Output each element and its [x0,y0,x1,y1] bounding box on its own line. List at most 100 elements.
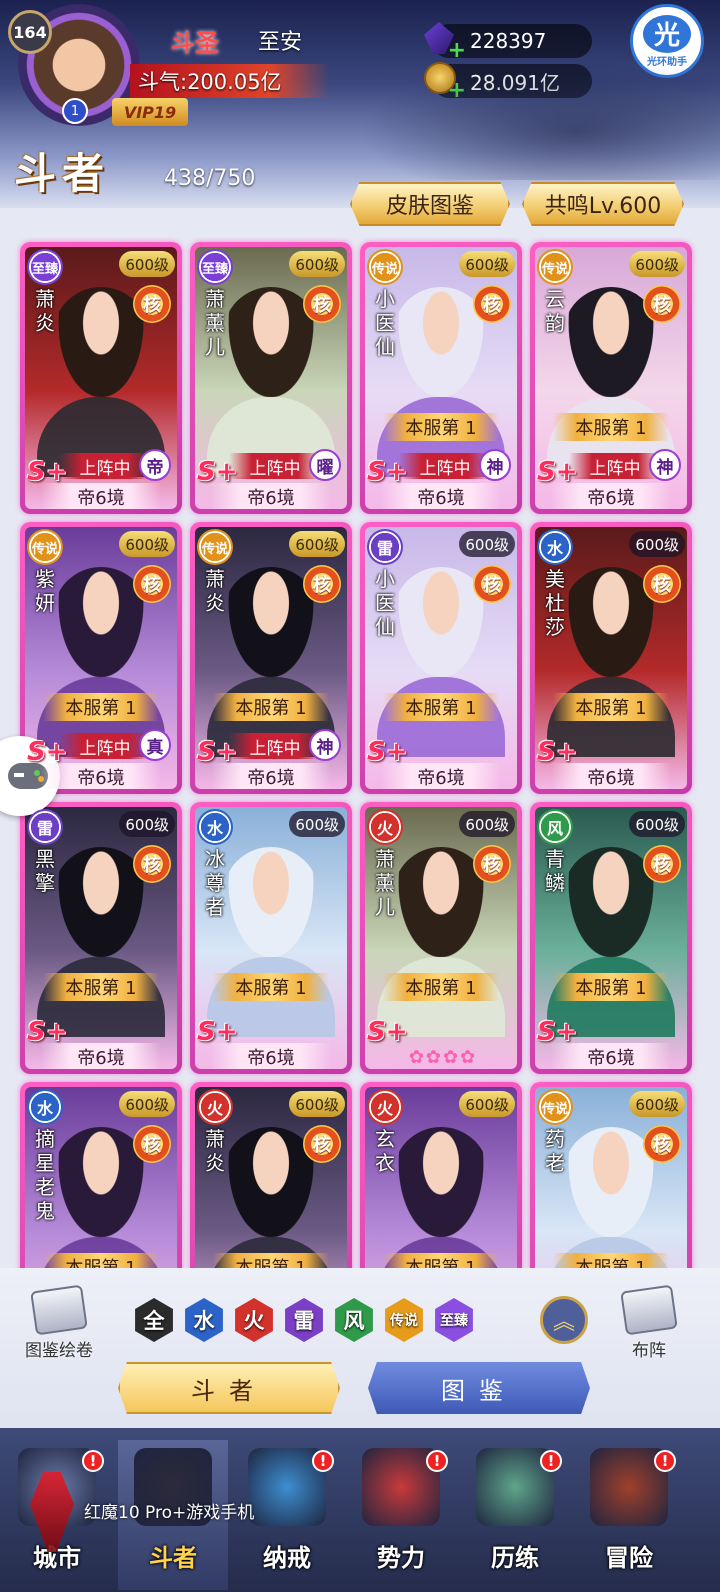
rarity-tag: 传说 [367,249,403,285]
tab-fighters[interactable]: 斗者 [118,1362,340,1414]
element-filter-6[interactable]: 至臻 [435,1298,473,1342]
resonance-button[interactable]: 共鸣Lv.600 [522,182,684,226]
fighter-card[interactable]: 至臻 600级 核 萧薰儿 S+ 上阵中 曜 帝6境 [190,242,352,514]
fighter-level: 600级 [629,531,685,557]
rarity-tag: 至臻 [197,249,233,285]
card-frame: 至臻 600级 核 萧薰儿 S+ 上阵中 曜 帝6境 [195,247,347,509]
fighter-card[interactable]: 火 600级 核 萧炎 本服第 1 [190,1082,352,1268]
deployed-ribbon: 上阵中 [59,453,151,479]
flag-icon [620,1284,678,1336]
expand-button[interactable]: ︽ [540,1296,588,1344]
fighter-card[interactable]: 水 600级 核 美杜莎 本服第 1 S+ 帝6境 [530,522,692,794]
card-frame: 水 600级 冰尊者 本服第 1 S+ 帝6境 [195,807,347,1069]
fighter-card[interactable]: 传说 600级 核 小医仙 本服第 1 S+ 上阵中 神 帝6境 [360,242,522,514]
fighter-name: 小医仙 [375,567,395,639]
server-rank-ribbon: 本服第 1 [43,1253,159,1268]
deployed-ribbon: 上阵中 [229,733,321,759]
rarity-tag: 雷 [367,529,403,565]
rarity-tag: 风 [537,809,573,845]
fighter-name: 青鳞 [545,847,565,895]
element-filter-3[interactable]: 雷 [285,1298,323,1342]
fighter-card[interactable]: 雷 600级 核 小医仙 本服第 1 S+ 帝6境 [360,522,522,794]
grade-badge: S+ [27,457,68,487]
grade-badge: S+ [197,457,238,487]
fighter-name: 紫妍 [35,567,55,615]
fighter-level: 600级 [289,1091,345,1117]
gem-icon: + [424,22,466,62]
server-rank-ribbon: 本服第 1 [383,973,499,1001]
core-badge: 核 [303,285,341,323]
device-watermark: 红魔10 Pro+游戏手机 [84,1503,255,1523]
element-filter-0[interactable]: 全 [135,1298,173,1342]
card-frame: 传说 600级 核 药老 本服第 1 [535,1087,687,1268]
rank-badge: 1 [62,98,88,124]
fighter-count: 438/750 [164,166,256,191]
fighter-name: 黑擎 [35,847,55,895]
formation-button[interactable]: 布阵 [604,1284,694,1368]
rarity-tag: 传说 [537,1089,573,1125]
grade-badge: S+ [367,457,408,487]
notification-badge: ! [82,1450,104,1472]
rarity-tag: 水 [537,529,573,565]
nav-item-3[interactable]: 势力 ! [346,1440,456,1590]
nav-label: 纳戒 [263,1544,311,1572]
power-value: 斗气:200.05亿 [130,64,330,98]
card-frame: 雷 600级 核 黑擎 本服第 1 S+ 帝6境 [25,807,177,1069]
element-filter-2[interactable]: 火 [235,1298,273,1342]
fighter-name: 小医仙 [375,287,395,359]
fighter-name: 云韵 [545,287,565,335]
card-frame: 传说 600级 核 萧炎 本服第 1 S+ 上阵中 神 帝6境 [195,527,347,789]
fighter-card[interactable]: 传说 600级 核 萧炎 本服第 1 S+ 上阵中 神 帝6境 [190,522,352,794]
fighter-level: 600级 [459,1091,515,1117]
skin-atlas-button[interactable]: 皮肤图鉴 [350,182,510,226]
fighter-card[interactable]: 风 600级 核 青鳞 本服第 1 S+ 帝6境 [530,802,692,1074]
fighter-card[interactable]: 至臻 600级 核 萧炎 S+ 上阵中 帝 帝6境 [20,242,182,514]
fighter-card[interactable]: 火 600级 核 萧薰儿 本服第 1 S+ ✿✿✿✿ [360,802,522,1074]
tab-atlas[interactable]: 图鉴 [368,1362,590,1414]
core-badge: 核 [133,285,171,323]
gem-amount: 228397 [470,29,547,53]
rarity-tag: 水 [197,809,233,845]
halo-helper-button[interactable]: 光 光环助手 [630,4,704,78]
fighter-card[interactable]: 传说 600级 核 紫妍 本服第 1 S+ 上阵中 真 帝6境 [20,522,182,794]
rarity-tag: 至臻 [27,249,63,285]
fighter-card[interactable]: 传说 600级 核 药老 本服第 1 [530,1082,692,1268]
fighter-card[interactable]: 水 600级 冰尊者 本服第 1 S+ 帝6境 [190,802,352,1074]
card-frame: 传说 600级 核 小医仙 本服第 1 S+ 上阵中 神 帝6境 [365,247,517,509]
coin-resource[interactable]: + 28.091亿 [424,62,592,102]
fighter-card[interactable]: 传说 600级 核 云韵 本服第 1 S+ 上阵中 神 帝6境 [530,242,692,514]
coin-amount: 28.091亿 [470,70,560,95]
element-filter-5[interactable]: 传说 [385,1298,423,1342]
vip-badge[interactable]: VIP19 [112,98,188,126]
core-badge: 核 [133,845,171,883]
formation-label: 布阵 [632,1341,666,1361]
grade-badge: S+ [197,1017,238,1047]
server-rank-ribbon: 本服第 1 [553,693,669,721]
core-badge: 核 [643,565,681,603]
element-filter-1[interactable]: 水 [185,1298,223,1342]
add-icon[interactable]: + [448,80,466,102]
fighter-name: 冰尊者 [205,847,225,919]
element-filter-4[interactable]: 风 [335,1298,373,1342]
nav-item-4[interactable]: 历练 ! [460,1440,570,1590]
core-badge: 核 [133,565,171,603]
fighter-card[interactable]: 水 600级 核 摘星老鬼 本服第 1 [20,1082,182,1268]
scroll-icon [30,1284,88,1336]
god-tier-badge: 曜 [309,449,341,481]
fighter-name: 萧炎 [205,1127,225,1175]
filter-bar: 图鉴绘卷 全水火雷风传说 至臻 ︽ 布阵 斗者 图鉴 [0,1268,720,1428]
add-icon[interactable]: + [448,40,466,62]
card-frame: 水 600级 核 美杜莎 本服第 1 S+ 帝6境 [535,527,687,789]
grade-badge: S+ [367,737,408,767]
rarity-tag: 传说 [537,249,573,285]
fighter-card[interactable]: 火 600级 玄衣 本服第 1 [360,1082,522,1268]
card-frame: 雷 600级 核 小医仙 本服第 1 S+ 帝6境 [365,527,517,789]
card-frame: 传说 600级 核 云韵 本服第 1 S+ 上阵中 神 帝6境 [535,247,687,509]
grade-badge: S+ [537,457,578,487]
fighter-level: 600级 [119,531,175,557]
core-badge: 核 [473,845,511,883]
fighter-card[interactable]: 雷 600级 核 黑擎 本服第 1 S+ 帝6境 [20,802,182,1074]
gem-resource[interactable]: + 228397 [424,22,592,62]
atlas-scroll-button[interactable]: 图鉴绘卷 [14,1284,104,1368]
nav-item-5[interactable]: 冒险 ! [574,1440,684,1590]
